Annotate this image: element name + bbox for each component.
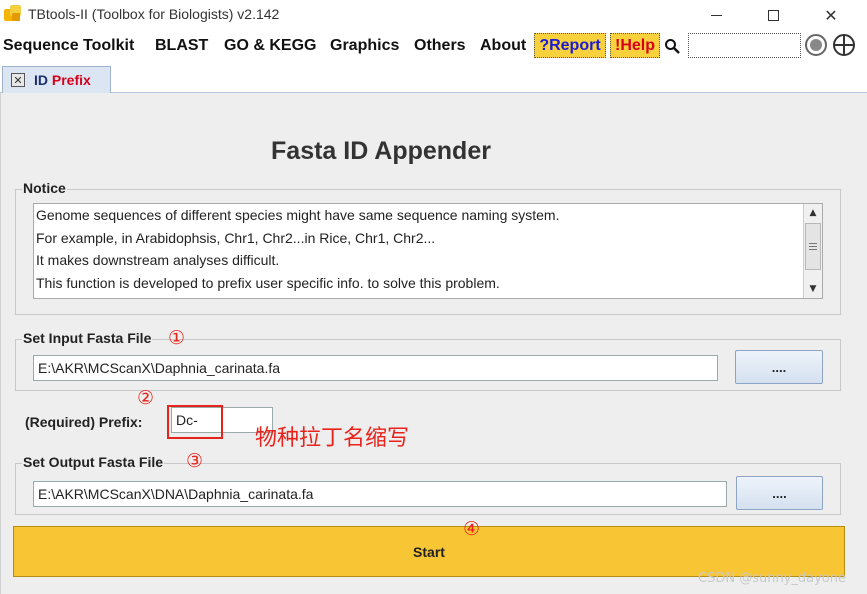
notice-line: This function is developed to prefix use… xyxy=(36,275,500,291)
output-file-field[interactable]: E:\AKR\MCScanX\DNA\Daphnia_carinata.fa xyxy=(33,481,727,507)
input-file-field[interactable]: E:\AKR\MCScanX\Daphnia_carinata.fa xyxy=(33,355,718,381)
maximize-button[interactable] xyxy=(750,0,796,30)
tab-label: ID Prefix xyxy=(34,72,91,88)
prefix-label: (Required) Prefix: xyxy=(25,414,143,430)
close-button[interactable]: ✕ xyxy=(808,0,854,30)
title-bar: TBtools-II (Toolbox for Biologists) v2.1… xyxy=(0,0,867,30)
notice-title: Notice xyxy=(22,180,67,196)
menu-about[interactable]: About xyxy=(480,37,526,55)
notice-line: It makes downstream analyses difficult. xyxy=(36,252,280,268)
menu-graphics[interactable]: Graphics xyxy=(330,37,399,55)
tab-label-id: ID xyxy=(34,72,48,88)
record-icon[interactable] xyxy=(805,34,827,56)
input-browse-button[interactable]: .... xyxy=(735,350,823,384)
page-title: Fasta ID Appender xyxy=(271,137,491,165)
menu-blast[interactable]: BLAST xyxy=(155,37,208,55)
tab-label-prefix: Prefix xyxy=(51,72,91,88)
help-button[interactable]: !Help xyxy=(610,33,660,58)
grid-globe-icon[interactable] xyxy=(833,34,855,56)
tab-close-icon[interactable]: ✕ xyxy=(11,73,25,87)
annotation-marker-4: ④ xyxy=(463,518,481,540)
close-icon: ✕ xyxy=(824,5,838,25)
menu-others[interactable]: Others xyxy=(414,37,466,55)
output-browse-button[interactable]: .... xyxy=(736,476,823,510)
scroll-down-icon[interactable]: ▼ xyxy=(805,281,821,297)
tab-bar: ✕ ID Prefix xyxy=(0,62,867,94)
report-button[interactable]: ?Report xyxy=(534,33,606,58)
main-panel: Fasta ID Appender Notice Genome sequence… xyxy=(0,93,867,594)
search-input[interactable] xyxy=(688,33,801,58)
annotation-highlight-box xyxy=(167,405,223,439)
minimize-icon xyxy=(710,14,722,16)
scroll-thumb[interactable] xyxy=(805,223,821,270)
search-icon[interactable] xyxy=(664,38,680,54)
annotation-marker-3: ③ xyxy=(186,450,204,472)
notice-scrollbar[interactable]: ▲ ▼ xyxy=(803,204,822,298)
output-file-title: Set Output Fasta File xyxy=(22,454,165,470)
notice-textarea[interactable]: Genome sequences of different species mi… xyxy=(33,203,823,299)
annotation-marker-2: ② xyxy=(137,387,155,409)
start-button[interactable]: Start xyxy=(13,526,845,577)
maximize-icon xyxy=(767,9,779,21)
scroll-up-icon[interactable]: ▲ xyxy=(805,205,821,221)
annotation-marker-1: ① xyxy=(168,327,186,349)
input-file-title: Set Input Fasta File xyxy=(22,330,153,346)
tab-id-prefix[interactable]: ✕ ID Prefix xyxy=(2,66,111,94)
annotation-note: 物种拉丁名缩写 xyxy=(255,426,410,451)
window-title: TBtools-II (Toolbox for Biologists) v2.1… xyxy=(28,6,280,22)
notice-line: For example, in Arabidophsis, Chr1, Chr2… xyxy=(36,230,436,246)
watermark: CSDN @sunny_dayone xyxy=(698,571,846,586)
notice-line: Genome sequences of different species mi… xyxy=(36,207,560,223)
menu-sequence-toolkit[interactable]: Sequence Toolkit xyxy=(3,37,134,55)
tbtools-logo-icon xyxy=(4,4,22,22)
menu-go-kegg[interactable]: GO & KEGG xyxy=(224,37,316,55)
minimize-button[interactable] xyxy=(693,0,739,30)
